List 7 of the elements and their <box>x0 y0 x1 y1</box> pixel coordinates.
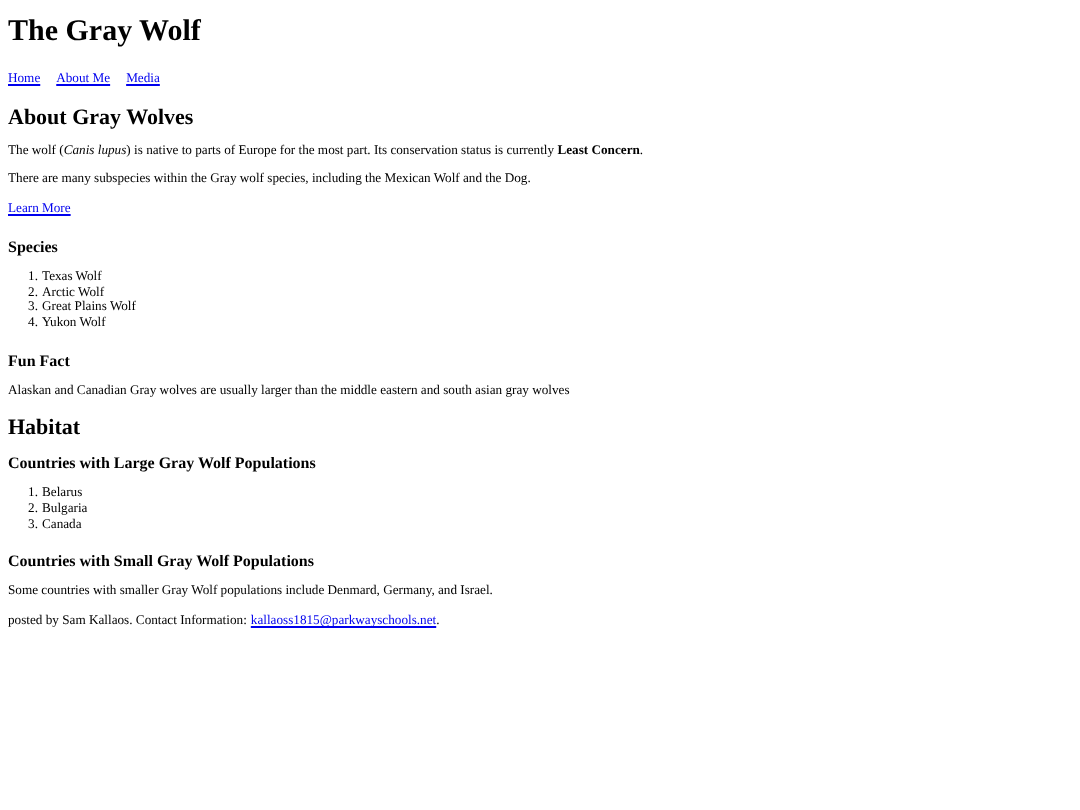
subsection-heading: Species <box>8 237 58 258</box>
section-heading: About Gray Wolves <box>8 105 194 132</box>
subsection-heading: Countries with Small Gray Wolf Populations <box>8 552 314 573</box>
subsection-heading: Fun Fact <box>8 351 70 372</box>
page-title: The Gray Wolf <box>8 16 201 50</box>
subsection-heading: Countries with Large Gray Wolf Populations <box>8 454 316 475</box>
section-heading: Habitat <box>8 416 81 443</box>
